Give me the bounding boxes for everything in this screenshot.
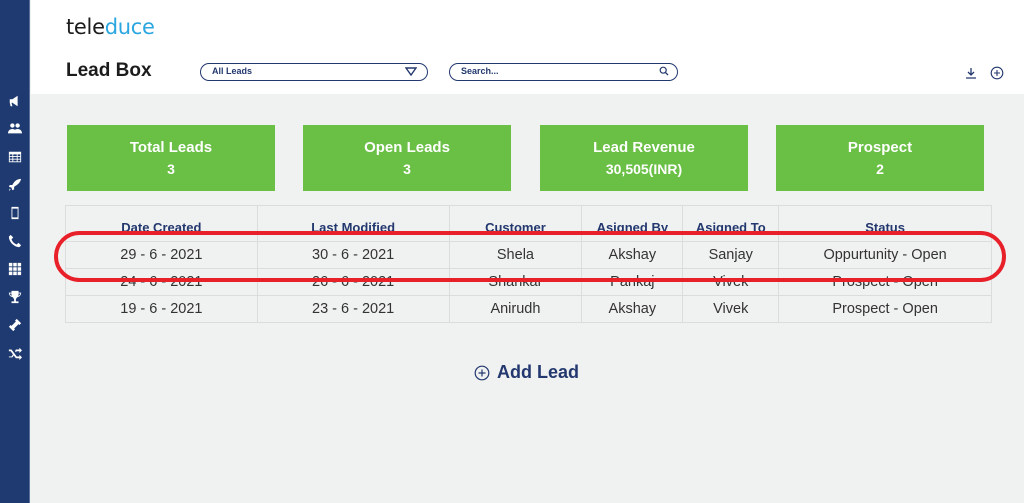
table-header-row: Date Created Last Modified Customer Asig… [65, 205, 992, 242]
cell-status: Oppurtunity - Open [778, 241, 992, 269]
cell-date-created: 19 - 6 - 2021 [65, 295, 258, 323]
table-row[interactable]: 29 - 6 - 2021 30 - 6 - 2021 Shela Akshay… [65, 241, 992, 269]
cell-assigned-to: Sanjay [682, 241, 780, 269]
card-label: Lead Revenue [593, 139, 695, 156]
page-title: Lead Box [66, 60, 152, 81]
card-value: 3 [403, 161, 411, 177]
cell-customer: Shela [448, 241, 583, 269]
card-prospect[interactable]: Prospect 2 [776, 125, 984, 191]
card-value: 30,505(INR) [605, 161, 683, 177]
cell-customer: Anirudh [448, 295, 583, 323]
cell-assigned-by: Pankaj [581, 268, 684, 296]
card-label: Open Leads [364, 139, 450, 156]
cell-status: Prospect - Open [778, 268, 992, 296]
column-header-customer[interactable]: Customer [448, 205, 583, 242]
column-header-assigned-by[interactable]: Asigned By [581, 205, 684, 242]
teleduce-logo: teleduce [66, 15, 155, 39]
rocket-icon[interactable] [7, 177, 23, 193]
grid-icon[interactable] [7, 261, 23, 277]
search-input[interactable] [461, 64, 651, 79]
header: teleduce Lead Box All Leads [31, 0, 1024, 94]
add-lead-label: Add Lead [497, 362, 580, 382]
cell-assigned-by: Akshay [581, 241, 684, 269]
lead-filter-value: All Leads [212, 66, 253, 76]
column-header-date-created[interactable]: Date Created [65, 205, 258, 242]
table-icon[interactable] [7, 149, 23, 165]
cell-date-created: 29 - 6 - 2021 [65, 241, 258, 269]
cell-last-modified: 23 - 6 - 2021 [256, 295, 450, 323]
column-header-last-modified[interactable]: Last Modified [256, 205, 450, 242]
add-circle-icon[interactable] [990, 66, 1004, 80]
leads-table: Date Created Last Modified Customer Asig… [65, 205, 992, 323]
trophy-icon[interactable] [7, 289, 23, 305]
add-circle-icon [474, 365, 490, 380]
search-box [449, 63, 678, 81]
search-icon[interactable] [659, 66, 669, 76]
card-open-leads[interactable]: Open Leads 3 [303, 125, 511, 191]
card-value: 3 [167, 161, 175, 177]
cell-assigned-to: Vivek [682, 295, 780, 323]
cell-last-modified: 26 - 6 - 2021 [256, 268, 450, 296]
cell-last-modified: 30 - 6 - 2021 [256, 241, 450, 269]
table-row[interactable]: 24 - 6 - 2021 26 - 6 - 2021 Shankar Pank… [65, 268, 992, 296]
card-label: Total Leads [129, 139, 213, 156]
column-header-status[interactable]: Status [778, 205, 992, 242]
card-label: Prospect [847, 139, 913, 156]
sidebar [0, 0, 30, 503]
lead-filter-select[interactable]: All Leads [200, 63, 428, 81]
card-value: 2 [876, 161, 884, 177]
download-icon[interactable] [964, 66, 978, 80]
card-total-leads[interactable]: Total Leads 3 [67, 125, 275, 191]
users-icon[interactable] [7, 121, 23, 137]
chevron-down-icon [405, 67, 417, 76]
cell-customer: Shankar [448, 268, 583, 296]
cell-assigned-by: Akshay [581, 295, 684, 323]
column-header-assigned-to[interactable]: Asigned To [682, 205, 780, 242]
cell-status: Prospect - Open [778, 295, 992, 323]
shuffle-icon[interactable] [7, 345, 23, 361]
cell-assigned-to: Vivek [682, 268, 780, 296]
mobile-icon[interactable] [7, 205, 23, 221]
add-lead-button[interactable]: Add Lead [474, 362, 579, 383]
phone-icon[interactable] [7, 233, 23, 249]
card-lead-revenue[interactable]: Lead Revenue 30,505(INR) [540, 125, 748, 191]
megaphone-icon[interactable] [7, 93, 23, 109]
cell-date-created: 24 - 6 - 2021 [65, 268, 258, 296]
ticket-icon[interactable] [7, 317, 23, 333]
table-row[interactable]: 19 - 6 - 2021 23 - 6 - 2021 Anirudh Aksh… [65, 295, 992, 323]
